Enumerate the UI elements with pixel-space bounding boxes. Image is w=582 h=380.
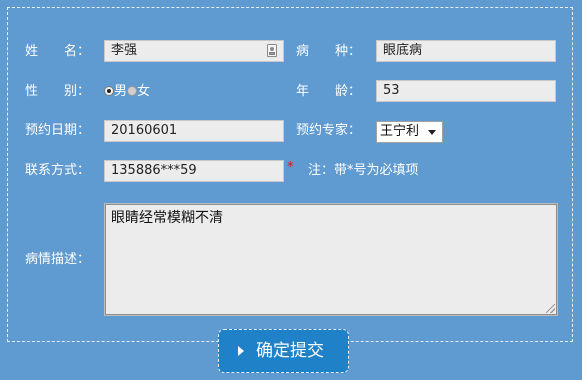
gender-radio-group: 男女	[104, 82, 150, 102]
contact-value: 135886***59	[111, 163, 197, 178]
date-value: 20160601	[111, 123, 178, 138]
expert-select[interactable]: 王宁利	[376, 121, 443, 143]
description-value: 眼睛经常模糊不清	[111, 210, 223, 226]
gender-female-radio[interactable]	[127, 86, 138, 96]
age-field[interactable]: 53	[376, 80, 556, 102]
contact-label: 联系方式：	[25, 163, 91, 178]
resize-grip-icon[interactable]	[546, 304, 555, 313]
age-value: 53	[383, 83, 400, 98]
disease-label: 病种：	[296, 44, 362, 59]
expert-label: 预约专家：	[296, 123, 362, 138]
disease-field[interactable]: 眼底病	[376, 40, 556, 62]
name-label: 姓名：	[25, 44, 91, 59]
submit-button[interactable]: 确定提交	[218, 329, 349, 373]
required-mark: *	[287, 160, 294, 175]
submit-button-label: 确定提交	[256, 341, 324, 361]
name-field[interactable]: 李强	[104, 40, 284, 62]
gender-female-label[interactable]: 女	[137, 84, 150, 99]
contact-field[interactable]: 135886***59	[104, 160, 284, 182]
gender-male-label[interactable]: 男	[114, 84, 127, 99]
date-label: 预约日期：	[25, 123, 91, 138]
id-card-icon[interactable]	[267, 44, 277, 57]
expert-selected-value: 王宁利	[380, 124, 420, 139]
required-note: 注：带*号为必填项	[308, 163, 419, 178]
disease-value: 眼底病	[383, 43, 423, 58]
gender-male-radio[interactable]	[104, 86, 114, 96]
age-label: 年龄：	[296, 84, 362, 99]
chevron-down-icon[interactable]	[428, 130, 436, 135]
play-arrow-icon	[238, 346, 244, 356]
date-field[interactable]: 20160601	[104, 120, 284, 142]
name-value: 李强	[111, 43, 138, 58]
gender-label: 性别：	[25, 84, 91, 99]
description-textarea[interactable]: 眼睛经常模糊不清	[104, 203, 558, 316]
description-label: 病情描述：	[25, 252, 91, 267]
